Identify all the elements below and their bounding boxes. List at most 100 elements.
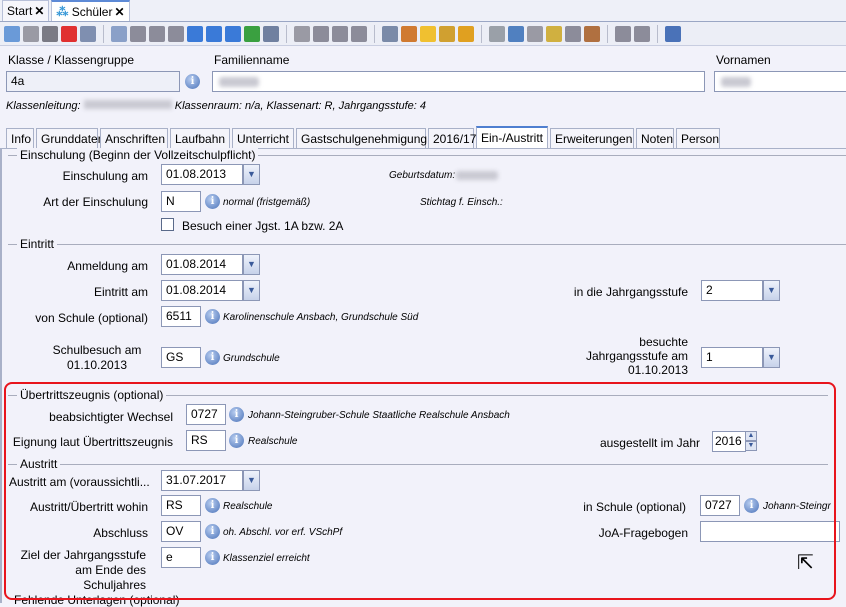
in-schule-field[interactable]: 0727	[700, 495, 740, 516]
art-label: Art der Einschulung	[43, 195, 148, 209]
list-icon[interactable]	[111, 25, 127, 42]
tab-laufbahn[interactable]: Laufbahn	[170, 128, 230, 148]
jahr-spinner[interactable]: 2016	[712, 431, 746, 452]
jgst-select[interactable]: 2	[701, 280, 763, 301]
tab-info[interactable]: Info	[6, 128, 34, 148]
export-icon[interactable]	[489, 25, 505, 42]
info-icon[interactable]: i	[205, 309, 220, 324]
toolbar-separator	[374, 24, 375, 43]
upload-icon[interactable]	[615, 25, 631, 42]
abschluss-field[interactable]: OV	[161, 521, 201, 542]
besuchte-jgst-select[interactable]: 1	[701, 347, 763, 368]
spin-down-icon[interactable]: ▼	[745, 441, 757, 451]
class-info-line: Klassenleitung: Klassenraum: n/a, Klasse…	[6, 100, 427, 112]
chevron-down-icon[interactable]: ▼	[243, 164, 260, 185]
tip-icon[interactable]	[420, 25, 436, 42]
tab-person[interactable]: Person	[676, 128, 720, 148]
paste-icon[interactable]	[351, 25, 367, 42]
info-icon[interactable]: i	[185, 74, 200, 89]
next-icon[interactable]	[187, 25, 203, 42]
einschulung-am-field[interactable]: 01.08.2013	[161, 164, 243, 185]
user-icon[interactable]	[508, 25, 524, 42]
doc-tab-schueler[interactable]: ⁂ Schüler ✕	[51, 0, 130, 21]
info-icon[interactable]: i	[744, 498, 759, 513]
besuch-checkbox-label[interactable]: Besuch einer Jgst. 1A bzw. 2A	[182, 219, 343, 233]
besuch-checkbox[interactable]	[161, 218, 174, 231]
copy-icon[interactable]	[332, 25, 348, 42]
austritt-am-field[interactable]: 31.07.2017	[161, 470, 243, 491]
eintritt-field[interactable]: 01.08.2014	[161, 280, 243, 301]
close-icon[interactable]: ✕	[114, 5, 124, 19]
schulbesuch-field[interactable]: GS	[161, 347, 201, 368]
info-icon[interactable]: i	[229, 407, 244, 422]
wohin-desc: Realschule	[223, 501, 273, 512]
help-icon[interactable]	[665, 25, 681, 42]
info-icon[interactable]: i	[205, 350, 220, 365]
close-icon[interactable]: ✕	[34, 4, 44, 18]
save-icon[interactable]	[23, 25, 39, 42]
chevron-down-icon[interactable]: ▼	[763, 280, 780, 301]
info-icon[interactable]: i	[205, 498, 220, 513]
spin-up-icon[interactable]: ▲	[745, 431, 757, 441]
new-icon[interactable]	[4, 25, 20, 42]
details-icon[interactable]	[263, 25, 279, 42]
undo-icon[interactable]	[42, 25, 58, 42]
chevron-down-icon[interactable]: ▼	[243, 280, 260, 301]
anmeldung-field[interactable]: 01.08.2014	[161, 254, 243, 275]
tab-grunddaten[interactable]: Grunddaten	[36, 128, 104, 148]
tab-erweiterungen[interactable]: Erweiterungen	[550, 128, 634, 148]
tab-ein-austritt[interactable]: Ein-/Austritt	[476, 126, 548, 148]
delete-icon[interactable]	[61, 25, 77, 42]
clock-icon[interactable]	[458, 25, 474, 42]
bell-icon[interactable]	[439, 25, 455, 42]
info-icon[interactable]: i	[205, 524, 220, 539]
tb-icon[interactable]	[527, 25, 543, 42]
klasse-field[interactable]: 4a	[6, 71, 180, 92]
eignung-field[interactable]: RS	[186, 430, 226, 451]
uebertritt-legend: Übertrittszeugnis (optional)	[17, 388, 167, 402]
print-icon[interactable]	[382, 25, 398, 42]
import-icon[interactable]	[546, 25, 562, 42]
wechsel-desc: Johann-Steingruber-Schule Staatliche Rea…	[248, 410, 510, 421]
cut-icon[interactable]	[313, 25, 329, 42]
joa-label: JoA-Fragebogen	[598, 526, 688, 540]
tab-label: Start	[7, 4, 33, 18]
book-icon[interactable]	[565, 25, 581, 42]
doc-tab-start[interactable]: Start ✕	[2, 0, 50, 21]
download-icon[interactable]	[634, 25, 650, 42]
besuchte-jgst-label: besuchte Jahrgangsstufe am 01.10.2013	[585, 335, 688, 377]
tab-noten[interactable]: Noten	[636, 128, 674, 148]
info-icon[interactable]: i	[205, 194, 220, 209]
form-icon[interactable]	[80, 25, 96, 42]
view-icon[interactable]	[401, 25, 417, 42]
tab-2016-17[interactable]: 2016/17	[428, 128, 476, 148]
refresh-icon[interactable]	[244, 25, 260, 42]
back-icon[interactable]	[294, 25, 310, 42]
art-field[interactable]: N	[161, 191, 201, 212]
von-schule-field[interactable]: 6511	[161, 306, 201, 327]
chevron-down-icon[interactable]: ▼	[243, 470, 260, 491]
chevron-down-icon[interactable]: ▼	[763, 347, 780, 368]
tab-gastschulgenehmigung[interactable]: Gastschulgenehmigung	[296, 128, 427, 148]
ziel-field[interactable]: e	[161, 547, 201, 568]
familienname-field[interactable]	[212, 71, 705, 92]
wohin-field[interactable]: RS	[161, 495, 201, 516]
prev-page-icon[interactable]	[149, 25, 165, 42]
info-icon[interactable]: i	[205, 550, 220, 565]
art-desc: normal (fristgemäß)	[223, 197, 311, 208]
next-page-icon[interactable]	[206, 25, 222, 42]
info-icon[interactable]: i	[229, 433, 244, 448]
wechsel-field[interactable]: 0727	[186, 404, 226, 425]
toolbar-separator	[657, 24, 658, 43]
vornamen-field[interactable]	[714, 71, 846, 92]
contact-icon[interactable]	[584, 25, 600, 42]
chevron-down-icon[interactable]: ▼	[243, 254, 260, 275]
tab-anschriften[interactable]: Anschriften	[100, 128, 168, 148]
last-icon[interactable]	[225, 25, 241, 42]
tab-unterricht[interactable]: Unterricht	[232, 128, 294, 148]
toolbar-separator	[286, 24, 287, 43]
first-icon[interactable]	[130, 25, 146, 42]
wechsel-label: beabsichtigter Wechsel	[49, 410, 173, 424]
prev-icon[interactable]	[168, 25, 184, 42]
joa-field[interactable]	[700, 521, 840, 542]
